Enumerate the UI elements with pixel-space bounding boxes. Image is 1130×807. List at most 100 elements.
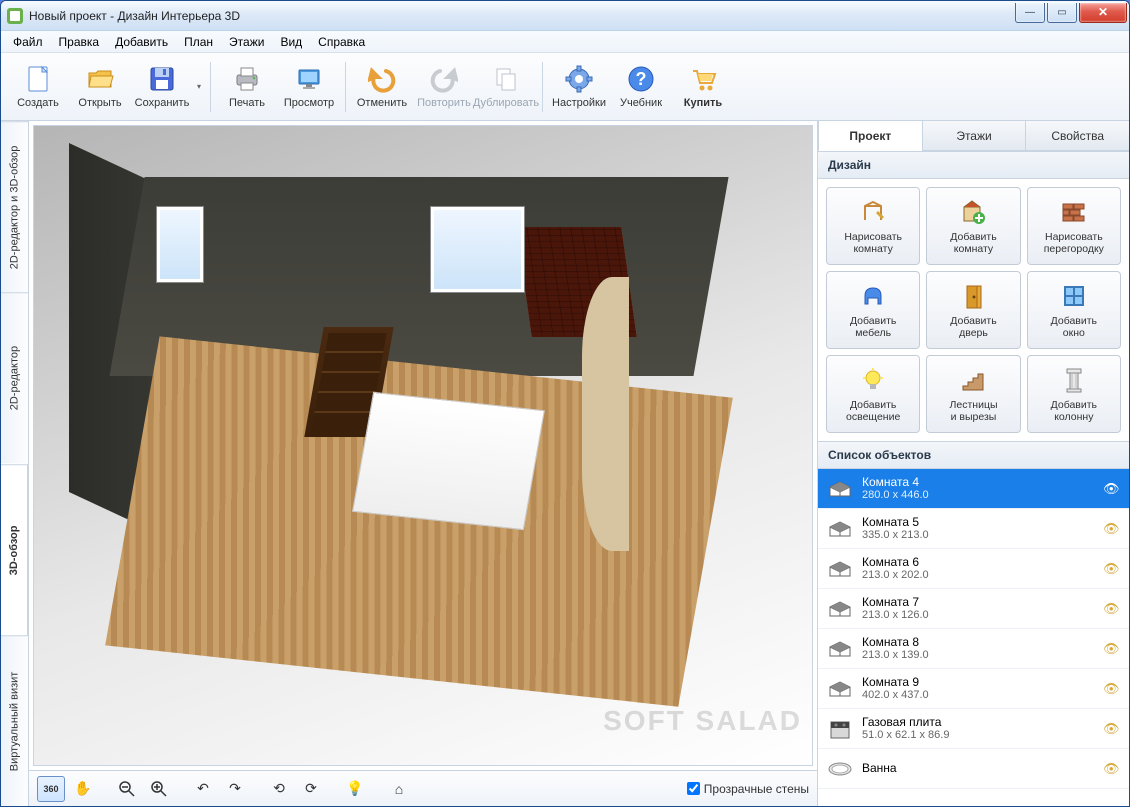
new-button[interactable]: Создать [7, 57, 69, 117]
tutorial-button[interactable]: ? Учебник [610, 57, 672, 117]
visibility-eye-icon[interactable]: 👁 [1103, 761, 1121, 777]
cart-icon [688, 64, 718, 94]
object-dimensions: 213.0 x 139.0 [862, 649, 1103, 662]
design-drawroom-button[interactable]: Нарисоватькомнату [826, 187, 920, 265]
object-name: Комната 4 [862, 475, 1103, 489]
menubar: Файл Правка Добавить План Этажи Вид Спра… [1, 31, 1129, 53]
orbit-left-button[interactable]: ⟲ [265, 776, 293, 802]
visibility-eye-icon[interactable]: 👁 [1103, 681, 1121, 697]
vtab-2d-3d[interactable]: 2D-редактор и 3D-обзор [1, 121, 28, 292]
help-icon: ? [626, 64, 656, 94]
minimize-button[interactable]: — [1015, 3, 1045, 23]
object-dimensions: 402.0 x 437.0 [862, 689, 1103, 702]
menu-add[interactable]: Добавить [107, 32, 176, 52]
object-row[interactable]: Комната 7213.0 x 126.0👁 [818, 589, 1129, 629]
zoom-in-button[interactable] [145, 776, 173, 802]
settings-button[interactable]: Настройки [548, 57, 610, 117]
visibility-eye-icon[interactable]: 👁 [1103, 521, 1121, 537]
object-row[interactable]: Комната 5335.0 x 213.0👁 [818, 509, 1129, 549]
object-name: Ванна [862, 761, 1103, 775]
design-addwin-button[interactable]: Добавитьокно [1027, 271, 1121, 349]
object-dimensions: 213.0 x 126.0 [862, 609, 1103, 622]
design-stairs-button[interactable]: Лестницыи вырезы [926, 355, 1020, 433]
design-button-label: Нарисоватьперегородку [1044, 231, 1104, 255]
object-icon [826, 518, 854, 540]
design-button-label: Добавитькомнату [950, 231, 996, 255]
visibility-eye-icon[interactable]: 👁 [1103, 481, 1121, 497]
rotate-left-button[interactable]: ↶ [189, 776, 217, 802]
object-icon [826, 478, 854, 500]
view-toolbar: 360 ✋ ↶ ↷ ⟲ ⟳ 💡 ⌂ Прозрачные стены [29, 770, 817, 806]
redo-icon [429, 64, 459, 94]
object-icon [826, 678, 854, 700]
zoom-out-button[interactable] [113, 776, 141, 802]
object-icon [826, 718, 854, 740]
tab-properties[interactable]: Свойства [1025, 121, 1129, 151]
visibility-eye-icon[interactable]: 👁 [1103, 721, 1121, 737]
preview-button[interactable]: Просмотр [278, 57, 340, 117]
save-button[interactable]: Сохранить [131, 57, 193, 117]
object-row[interactable]: Газовая плита51.0 x 62.1 x 86.9👁 [818, 709, 1129, 749]
right-panel: Проект Этажи Свойства Дизайн Нарисоватьк… [817, 121, 1129, 806]
duplicate-button[interactable]: Дублировать [475, 57, 537, 117]
design-adddoor-button[interactable]: Добавитьдверь [926, 271, 1020, 349]
object-row[interactable]: Комната 9402.0 x 437.0👁 [818, 669, 1129, 709]
view-360-button[interactable]: 360 [37, 776, 65, 802]
object-dimensions: 280.0 x 446.0 [862, 489, 1103, 502]
design-button-label: Нарисоватькомнату [844, 231, 902, 255]
objects-section-header: Список объектов [818, 441, 1129, 469]
undo-button[interactable]: Отменить [351, 57, 413, 117]
object-name: Комната 6 [862, 555, 1103, 569]
object-row[interactable]: Комната 8213.0 x 139.0👁 [818, 629, 1129, 669]
visibility-eye-icon[interactable]: 👁 [1103, 601, 1121, 617]
drawroom-icon [858, 197, 888, 227]
vtab-2d[interactable]: 2D-редактор [1, 292, 28, 463]
object-row[interactable]: Комната 6213.0 x 202.0👁 [818, 549, 1129, 589]
drawwall-icon [1059, 197, 1089, 227]
design-addroom-button[interactable]: Добавитькомнату [926, 187, 1020, 265]
menu-plan[interactable]: План [176, 32, 221, 52]
design-addlight-button[interactable]: Добавитьосвещение [826, 355, 920, 433]
visibility-eye-icon[interactable]: 👁 [1103, 641, 1121, 657]
close-button[interactable]: ✕ [1079, 3, 1127, 23]
object-name: Комната 8 [862, 635, 1103, 649]
object-row[interactable]: Ванна👁 [818, 749, 1129, 789]
design-addfurn-button[interactable]: Добавитьмебель [826, 271, 920, 349]
menu-floors[interactable]: Этажи [221, 32, 272, 52]
toolbar: Создать Открыть Сохранить ▾ Печать Просм… [1, 53, 1129, 121]
transparent-walls-input[interactable] [687, 782, 700, 795]
addlight-icon [858, 365, 888, 395]
vtab-virtual[interactable]: Виртуальный визит [1, 635, 28, 806]
home-view-button[interactable]: ⌂ [385, 776, 413, 802]
save-dropdown[interactable]: ▾ [193, 57, 205, 117]
menu-view[interactable]: Вид [272, 32, 310, 52]
open-button[interactable]: Открыть [69, 57, 131, 117]
object-name: Комната 9 [862, 675, 1103, 689]
redo-button[interactable]: Повторить [413, 57, 475, 117]
menu-help[interactable]: Справка [310, 32, 373, 52]
design-addcol-button[interactable]: Добавитьколонну [1027, 355, 1121, 433]
addcol-icon [1059, 365, 1089, 395]
window-title: Новый проект - Дизайн Интерьера 3D [29, 9, 1015, 23]
3d-viewport[interactable]: SOFT SALAD [33, 125, 813, 766]
view-pan-button[interactable]: ✋ [69, 776, 97, 802]
duplicate-icon [491, 64, 521, 94]
orbit-right-button[interactable]: ⟳ [297, 776, 325, 802]
design-drawwall-button[interactable]: Нарисоватьперегородку [1027, 187, 1121, 265]
buy-button[interactable]: Купить [672, 57, 734, 117]
object-row[interactable]: Комната 4280.0 x 446.0👁 [818, 469, 1129, 509]
menu-file[interactable]: Файл [5, 32, 51, 52]
objects-list[interactable]: Комната 4280.0 x 446.0👁Комната 5335.0 x … [818, 469, 1129, 806]
visibility-eye-icon[interactable]: 👁 [1103, 561, 1121, 577]
print-button[interactable]: Печать [216, 57, 278, 117]
gear-icon [564, 64, 594, 94]
transparent-walls-checkbox[interactable]: Прозрачные стены [687, 782, 809, 796]
tab-floors[interactable]: Этажи [922, 121, 1026, 151]
addroom-icon [958, 197, 988, 227]
menu-edit[interactable]: Правка [51, 32, 108, 52]
light-toggle-button[interactable]: 💡 [341, 776, 369, 802]
vtab-3d[interactable]: 3D-обзор [1, 464, 28, 635]
rotate-right-button[interactable]: ↷ [221, 776, 249, 802]
maximize-button[interactable]: ▭ [1047, 3, 1077, 23]
tab-project[interactable]: Проект [818, 121, 922, 151]
